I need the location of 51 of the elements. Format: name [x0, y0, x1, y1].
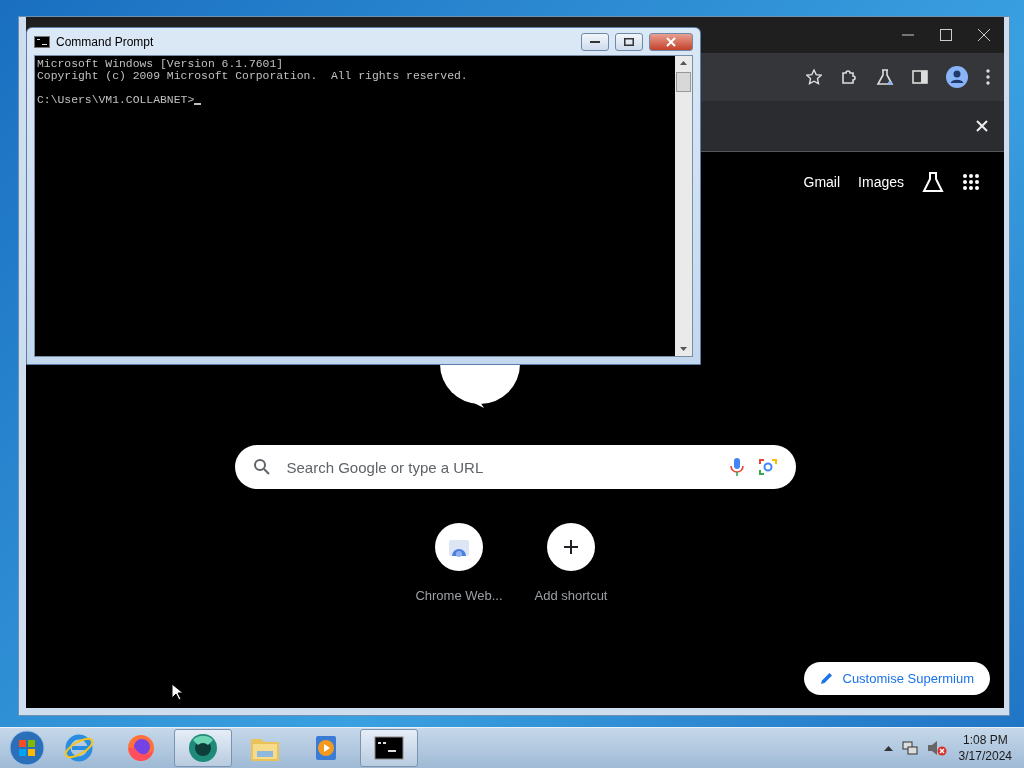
browser-e-icon [63, 732, 95, 764]
taskbar-button[interactable] [174, 729, 232, 767]
more-icon[interactable] [986, 69, 990, 85]
plus-icon [563, 539, 579, 555]
maximize-icon[interactable] [940, 29, 952, 41]
text-cursor [194, 103, 202, 105]
apps-grid-icon[interactable] [962, 173, 980, 191]
terminal-icon [374, 736, 404, 760]
fox-globe-icon [126, 733, 156, 763]
terminal-icon [34, 35, 50, 48]
close-button[interactable] [649, 32, 693, 51]
search-field[interactable]: Search Google or type a URL [284, 457, 716, 477]
minimize-icon [590, 40, 600, 43]
window-title: Command Prompt [56, 34, 155, 49]
maximize-button[interactable] [615, 32, 643, 51]
up-arrow-icon[interactable] [883, 745, 893, 751]
shortcut-tile[interactable] [547, 523, 595, 571]
shortcut-tile[interactable] [435, 523, 483, 571]
profile-icon[interactable] [946, 66, 968, 88]
globe-icon [187, 732, 219, 764]
scrollbar[interactable] [675, 56, 692, 356]
network-icon[interactable] [900, 739, 919, 757]
mouse-pointer-icon [171, 683, 183, 701]
clock[interactable]: 1:08 PM 3/17/2024 [954, 732, 1016, 764]
shortcut-label[interactable]: Chrome Web... [415, 588, 503, 603]
close-icon[interactable] [978, 29, 990, 41]
customise-button[interactable]: Customise Supermium [803, 662, 990, 695]
up-arrow-icon[interactable] [680, 61, 687, 65]
start-button[interactable] [8, 729, 46, 767]
console-line: Copyright (c) 2009 Microsoft Corporation. All rights reserved. [37, 70, 469, 82]
taskbar-button[interactable] [360, 729, 418, 767]
star-icon[interactable] [806, 69, 822, 85]
search-bar[interactable]: Search Google or type a URL [234, 445, 796, 489]
scroll-thumb[interactable] [676, 72, 691, 92]
shortcut-label[interactable]: Add shortcut [534, 588, 608, 603]
close-icon [666, 36, 676, 47]
console-prompt: C:\Users\VM1.COLLABNET> [37, 94, 195, 106]
microphone-icon[interactable] [729, 457, 744, 477]
speaker-muted-icon[interactable] [926, 739, 947, 757]
flask-icon[interactable] [876, 68, 894, 86]
header-link[interactable]: Images [858, 174, 904, 190]
camera-search-icon[interactable] [757, 457, 778, 477]
header-link[interactable]: Gmail [803, 174, 841, 190]
pencil-icon [819, 672, 833, 685]
down-arrow-icon[interactable] [680, 347, 687, 351]
maximize-icon [624, 37, 634, 46]
side-panel-icon[interactable] [912, 69, 928, 85]
puzzle-icon[interactable] [840, 68, 858, 86]
search-icon [252, 458, 271, 476]
console-line: Microsoft Windows [Version 6.1.7601] [37, 58, 285, 70]
minimize-button[interactable] [581, 32, 609, 51]
